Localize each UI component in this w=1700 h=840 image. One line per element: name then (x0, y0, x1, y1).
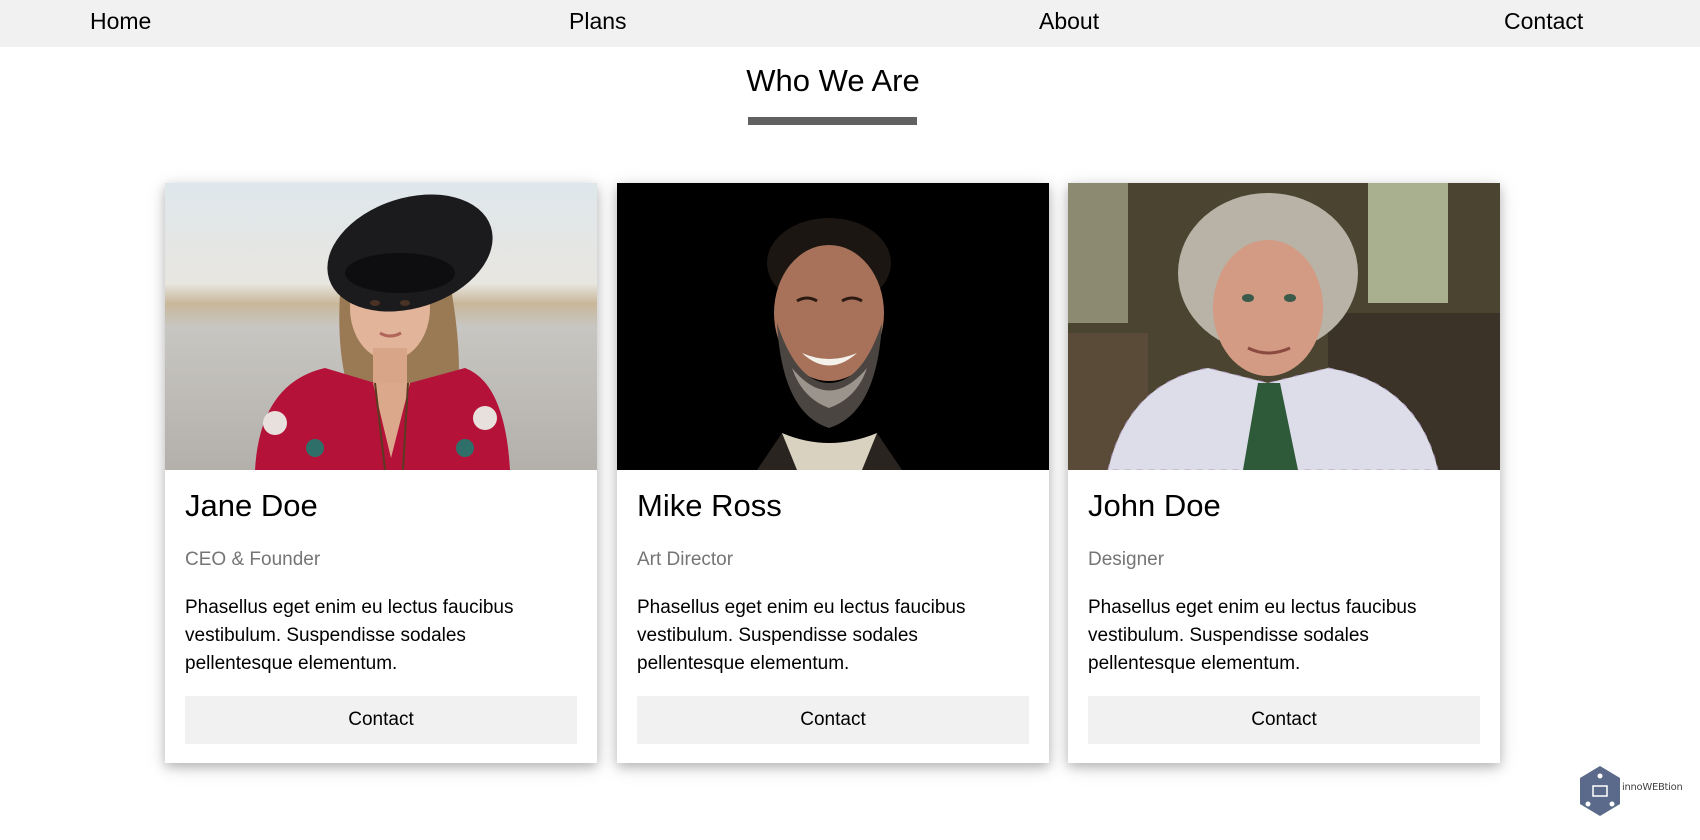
contact-button[interactable]: Contact (185, 696, 577, 744)
contact-button[interactable]: Contact (1088, 696, 1480, 744)
member-name: John Doe (1088, 488, 1221, 523)
nav-home-link[interactable]: Home (90, 0, 151, 42)
nav-contact-link[interactable]: Contact (1504, 0, 1583, 42)
contact-button[interactable]: Contact (637, 696, 1029, 744)
member-bio: Phasellus eget enim eu lectus faucibus v… (1088, 597, 1417, 674)
brand-logo: innoWEBtion (1578, 764, 1683, 818)
team-photo-john-doe (1068, 183, 1500, 470)
member-name: Mike Ross (637, 488, 782, 523)
top-navbar: Home Plans About Contact (0, 0, 1700, 47)
team-photo-mike-ross (617, 183, 1049, 470)
team-photo-jane-doe (165, 183, 597, 470)
nav-about-link[interactable]: About (1039, 0, 1099, 42)
member-role: Art Director (637, 549, 734, 570)
team-card-jane-doe: Jane Doe CEO & Founder Phasellus eget en… (165, 183, 597, 763)
section-title: Who We Are (746, 63, 920, 98)
member-role: CEO & Founder (185, 549, 321, 570)
member-bio: Phasellus eget enim eu lectus faucibus v… (637, 597, 966, 674)
nav-plans-link[interactable]: Plans (569, 0, 627, 42)
logo-text: innoWEBtion (1622, 782, 1683, 793)
hexagon-logo-icon (1580, 766, 1620, 816)
title-underline (748, 117, 917, 125)
member-bio: Phasellus eget enim eu lectus faucibus v… (185, 597, 514, 674)
member-name: Jane Doe (185, 488, 318, 523)
member-role: Designer (1088, 549, 1165, 570)
team-card-mike-ross: Mike Ross Art Director Phasellus eget en… (617, 183, 1049, 763)
team-card-john-doe: John Doe Designer Phasellus eget enim eu… (1068, 183, 1500, 763)
